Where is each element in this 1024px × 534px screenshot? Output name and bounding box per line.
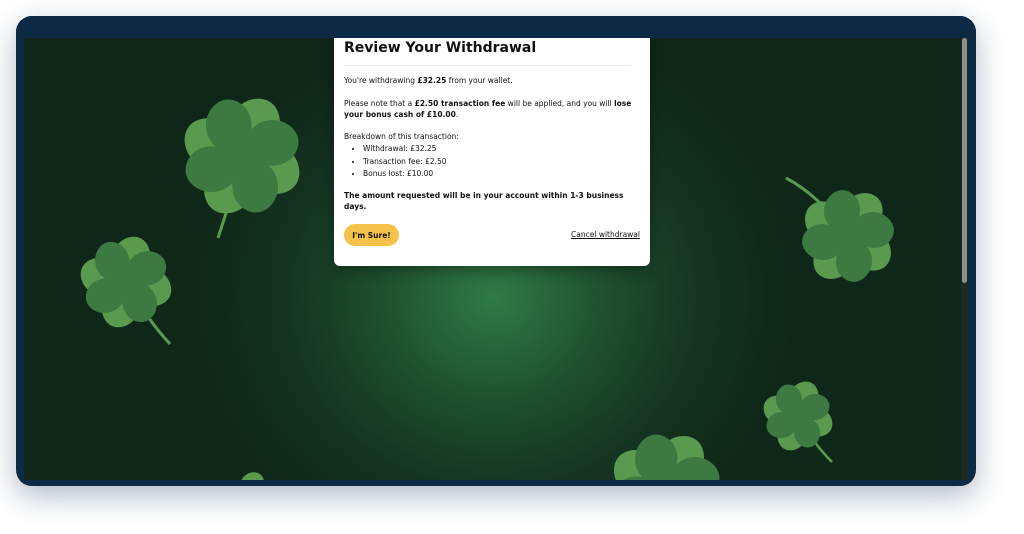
scrollbar-thumb[interactable] (962, 38, 967, 283)
four-leaf-clover-icon (77, 233, 175, 346)
four-leaf-clover-icon (214, 468, 268, 480)
browser-window: Review Your Withdrawal You're withdrawin… (16, 16, 976, 486)
withdrawal-review-modal: Review Your Withdrawal You're withdrawin… (334, 38, 650, 266)
processing-time-notice: The amount requested will be in your acc… (344, 190, 624, 212)
note-middle: will be applied, and you will (505, 98, 615, 108)
four-leaf-clover-icon (785, 176, 900, 288)
breakdown-list: Withdrawal: £32.25 Transaction fee: £2.5… (344, 143, 640, 181)
intro-prefix: You're withdrawing (344, 76, 418, 85)
note-end: . (455, 110, 459, 119)
breakdown-heading: Breakdown of this transaction: (344, 131, 459, 141)
four-leaf-clover-icon (759, 377, 837, 463)
page-viewport: Review Your Withdrawal You're withdrawin… (24, 38, 968, 480)
window-top-bar (16, 16, 976, 38)
note-prefix: Please note that a (344, 98, 415, 108)
confirm-withdrawal-button[interactable]: I'm Sure! (344, 224, 399, 246)
four-leaf-clover-icon (176, 90, 308, 239)
modal-title: Review Your Withdrawal (344, 40, 537, 56)
modal-actions: I'm Sure! Cancel withdrawal (344, 224, 640, 246)
fee-note: Please note that a £2.50 transaction fee… (344, 98, 640, 121)
cancel-withdrawal-link[interactable]: Cancel withdrawal (571, 230, 640, 239)
breakdown-item-bonus: Bonus lost: £10.00 (363, 168, 640, 181)
breakdown-item-fee: Transaction fee: £2.50 (363, 156, 640, 169)
scrollbar[interactable] (961, 38, 968, 480)
withdrawal-amount: £32.25 (417, 76, 447, 85)
fee-text: £2.50 transaction fee (414, 98, 506, 108)
intro-suffix: from your wallet. (446, 76, 513, 85)
breakdown-item-withdrawal: Withdrawal: £32.25 (363, 143, 640, 156)
four-leaf-clover-icon (605, 427, 727, 480)
modal-divider (344, 65, 631, 66)
withdrawal-intro: You're withdrawing £32.25 from your wall… (344, 75, 640, 87)
window-bottom-bar (16, 480, 976, 486)
